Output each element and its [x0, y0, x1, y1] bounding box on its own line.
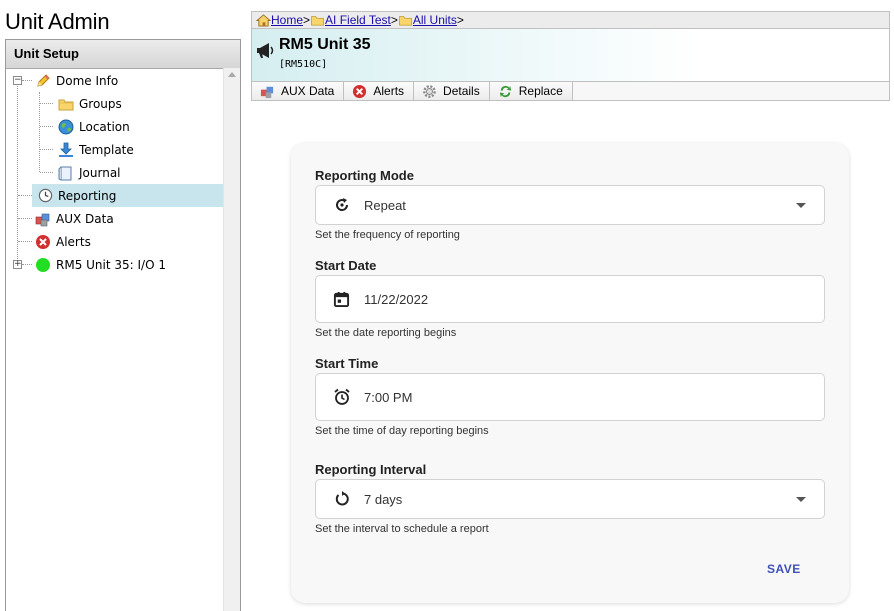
alarm-clock-icon — [333, 388, 351, 406]
tree-item-label: RM5 Unit 35: I/O 1 — [56, 257, 166, 272]
tree-item-label: Dome Info — [56, 73, 119, 88]
start-date-value: 11/22/2022 — [364, 291, 429, 307]
tree-item-label: Groups — [79, 96, 122, 111]
tree-scrollbar[interactable] — [223, 68, 240, 611]
blocks-icon — [260, 84, 275, 99]
calendar-icon — [333, 291, 350, 308]
blocks-icon — [34, 210, 52, 228]
reporting-form-card: Reporting Mode Repeat Set the frequency … — [291, 143, 849, 603]
unit-tree: − Dome Info Groups Location Template Jou… — [6, 68, 224, 611]
breadcrumb-all-units-link[interactable]: All Units — [413, 13, 457, 27]
tree-item-label: AUX Data — [56, 211, 114, 226]
tab-replace[interactable]: Replace — [489, 82, 573, 100]
reporting-mode-help: Set the frequency of reporting — [315, 229, 460, 241]
expand-io-toggle[interactable]: + — [13, 260, 22, 269]
folder-icon — [398, 16, 412, 26]
unit-header: RM5 Unit 35 [RM510C] — [251, 29, 890, 81]
pencil-icon — [34, 72, 52, 90]
tree-item-aux-data[interactable]: AUX Data — [34, 207, 114, 230]
unit-setup-panel: Unit Setup − Dome Info Groups Location T… — [5, 39, 241, 611]
reporting-interval-select[interactable]: 7 days — [315, 479, 825, 519]
tab-label: Replace — [518, 84, 563, 98]
panel-header: Unit Setup — [6, 40, 240, 69]
reporting-interval-value: 7 days — [364, 491, 403, 507]
start-date-field[interactable]: 11/22/2022 — [315, 275, 825, 323]
tree-item-reporting[interactable]: Reporting — [32, 184, 224, 207]
tab-details[interactable]: Details — [414, 82, 490, 100]
reporting-interval-label: Reporting Interval — [315, 462, 427, 477]
tree-item-label: Template — [79, 142, 134, 157]
start-time-label: Start Time — [315, 356, 379, 371]
start-time-field[interactable]: 7:00 PM — [315, 373, 825, 421]
folder-icon — [311, 16, 324, 26]
interval-icon — [333, 490, 351, 508]
chevron-down-icon — [796, 202, 806, 208]
tab-label: Alerts — [373, 84, 405, 98]
home-icon — [256, 13, 271, 27]
start-time-value: 7:00 PM — [364, 389, 413, 405]
gear-icon — [422, 84, 437, 99]
unit-model: [RM510C] — [279, 59, 328, 70]
clock-icon — [36, 187, 54, 205]
start-date-help: Set the date reporting begins — [315, 327, 457, 339]
tab-label: Details — [443, 84, 480, 98]
save-button[interactable]: SAVE — [767, 562, 801, 576]
repeat-icon — [333, 196, 351, 214]
breadcrumb-ai-field-test-link[interactable]: AI Field Test — [325, 13, 391, 27]
tree-item-label: Journal — [79, 165, 121, 180]
tree-item-rm5-io[interactable]: RM5 Unit 35: I/O 1 — [34, 253, 166, 276]
green-dot-icon — [34, 256, 52, 274]
start-date-label: Start Date — [315, 258, 377, 273]
tree-item-journal[interactable]: Journal — [57, 161, 121, 184]
breadcrumb-home-link[interactable]: Home — [271, 13, 303, 27]
alert-icon — [34, 233, 52, 251]
tree-item-label: Alerts — [56, 234, 91, 249]
refresh-icon — [498, 84, 513, 99]
reporting-mode-select[interactable]: Repeat — [315, 185, 825, 225]
download-icon — [57, 141, 75, 159]
unit-name: RM5 Unit 35 — [279, 36, 371, 53]
tree-item-template[interactable]: Template — [57, 138, 134, 161]
collapse-dome-info-toggle[interactable]: − — [13, 76, 22, 85]
alert-icon — [352, 84, 367, 99]
tree-item-label: Location — [79, 119, 130, 134]
tree-item-dome-info[interactable]: Dome Info — [34, 69, 224, 92]
tab-alerts[interactable]: Alerts — [344, 82, 415, 100]
unit-tabs: AUX Data Alerts Details Replace — [251, 81, 890, 101]
megaphone-icon — [254, 39, 276, 65]
app-title: Unit Admin — [5, 9, 110, 34]
folder-icon — [57, 95, 75, 113]
page-icon — [57, 164, 75, 182]
reporting-mode-value: Repeat — [364, 197, 406, 213]
tree-item-alerts[interactable]: Alerts — [34, 230, 91, 253]
reporting-interval-help: Set the interval to schedule a report — [315, 523, 489, 535]
tree-item-label: Reporting — [58, 188, 117, 203]
chevron-down-icon — [796, 496, 806, 502]
tab-label: AUX Data — [281, 84, 335, 98]
breadcrumb: Home > AI Field Test > All Units > — [251, 11, 890, 29]
tab-aux-data[interactable]: AUX Data — [252, 82, 345, 100]
reporting-mode-label: Reporting Mode — [315, 168, 414, 183]
scroll-up-arrow-icon[interactable] — [228, 72, 236, 77]
globe-icon — [57, 118, 75, 136]
tree-item-location[interactable]: Location — [57, 115, 130, 138]
tree-item-groups[interactable]: Groups — [57, 92, 122, 115]
start-time-help: Set the time of day reporting begins — [315, 425, 489, 437]
